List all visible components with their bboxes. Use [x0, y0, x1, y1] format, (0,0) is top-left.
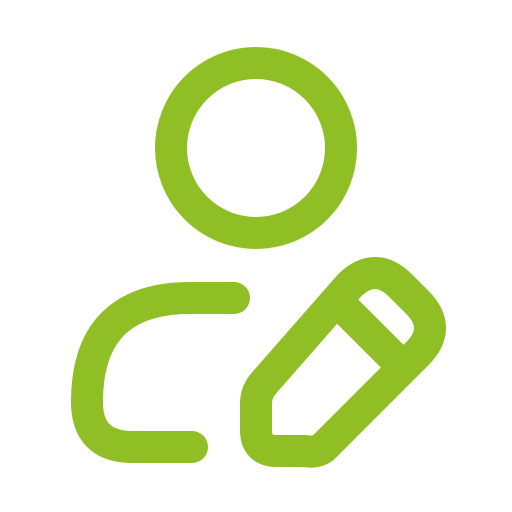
user-body-shape: [71, 282, 250, 463]
user-edit-icon-svg: [71, 47, 446, 468]
user-head-shape: [155, 47, 357, 249]
icon-canvas: [0, 0, 512, 512]
user-edit-icon: [0, 0, 512, 512]
pencil-divider-shape: [328, 292, 410, 374]
